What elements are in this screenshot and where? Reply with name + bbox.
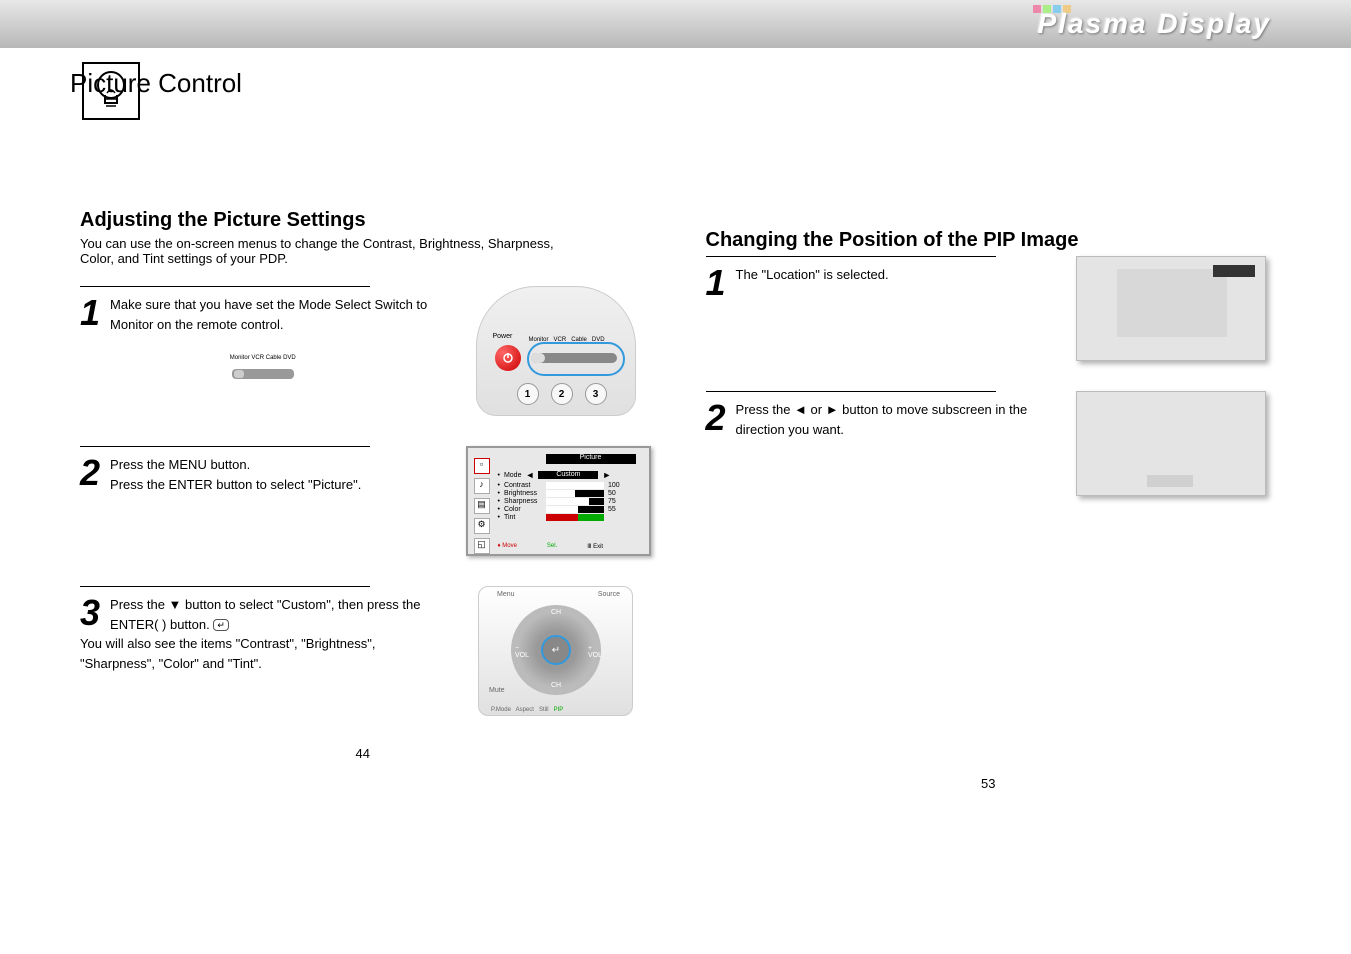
lightbulb-icon bbox=[82, 62, 140, 120]
num-3: 3 bbox=[585, 383, 607, 405]
r-step1-text: 1 The "Location" is selected. bbox=[706, 256, 1057, 361]
mode-slider-knob bbox=[531, 353, 545, 363]
step3-body-b: You will also see the items "Contrast", … bbox=[80, 636, 375, 671]
osd-icon-sound: ♪ bbox=[474, 478, 490, 494]
bottom-labels: P.Mode Aspect Still PIP bbox=[491, 707, 563, 713]
osd-mode-label: Mode bbox=[504, 472, 522, 479]
step2-body-b: Press the ENTER button to select "Pictur… bbox=[110, 477, 361, 492]
osd-icon-pip: ◱ bbox=[474, 538, 490, 554]
adjusting-subtitle: You can use the on-screen menus to chang… bbox=[80, 236, 646, 266]
main-picture-area bbox=[1117, 269, 1227, 337]
vol-plus: +VOL bbox=[588, 645, 602, 659]
header-bar: Plasma Display bbox=[0, 0, 1351, 48]
step1-text: 1 Make sure that you have set the Mode S… bbox=[80, 286, 446, 416]
number-buttons: 1 2 3 bbox=[517, 383, 607, 405]
ch-up: CH bbox=[551, 609, 561, 616]
tv-screen-step2 bbox=[1076, 391, 1266, 496]
mode-slider-track bbox=[531, 353, 617, 363]
source-label: Source bbox=[598, 591, 620, 598]
osd-icon-channel: ▤ bbox=[474, 498, 490, 514]
mini-mode-slider bbox=[232, 369, 294, 379]
power-label: Power bbox=[493, 333, 513, 340]
step1-number: 1 bbox=[80, 295, 100, 331]
menu-label: Menu bbox=[497, 591, 515, 598]
r-step1-body: The "Location" is selected. bbox=[736, 267, 889, 282]
osd-icon-setup: ⚙ bbox=[474, 518, 490, 534]
pip-subscreen-bottom bbox=[1147, 475, 1193, 487]
power-button bbox=[495, 345, 521, 371]
remote-nav-illustration: Menu Source ↵ CH CH −VOL +VOL Mute P.Mod… bbox=[478, 586, 633, 716]
r-step2-number: 2 bbox=[706, 400, 726, 436]
mini-slider-labels: Monitor VCR Cable DVD bbox=[80, 354, 446, 363]
r-step1-number: 1 bbox=[706, 265, 726, 301]
step1-body: Make sure that you have set the Mode Sel… bbox=[110, 297, 427, 332]
osd-mode-value: Custom bbox=[538, 471, 598, 479]
pip-subscreen-topright bbox=[1213, 265, 1255, 277]
num-2: 2 bbox=[551, 383, 573, 405]
step2-number: 2 bbox=[80, 455, 100, 491]
osd-picture-menu: ▫ ♪ ▤ ⚙ ◱ Picture • Mode ◄ Custom ► bbox=[466, 446, 651, 556]
r-step2-text: 2 Press the ◄ or ► button to move subscr… bbox=[706, 391, 1057, 496]
adjusting-heading: Adjusting the Picture Settings bbox=[80, 209, 646, 232]
osd-title: Picture bbox=[546, 454, 636, 464]
r-step2-body: Press the ◄ or ► button to move subscree… bbox=[736, 402, 1028, 437]
mute-label: Mute bbox=[489, 687, 505, 694]
step2-text: 2 Press the MENU button. Press the ENTER… bbox=[80, 446, 446, 556]
remote-top-illustration: Power Monitor VCR Cable DVD bbox=[476, 286, 636, 416]
num-1: 1 bbox=[517, 383, 539, 405]
page-title: Picture Control bbox=[70, 68, 1351, 99]
brand-logo: Plasma Display bbox=[1038, 8, 1271, 40]
vol-minus: −VOL bbox=[515, 645, 529, 659]
right-page-number: 53 bbox=[706, 776, 1272, 791]
osd-icon-picture: ▫ bbox=[474, 458, 490, 474]
left-page-number: 44 bbox=[80, 746, 646, 761]
step2-body-a: Press the MENU button. bbox=[110, 457, 250, 472]
step3-body-a: Press the ▼ button to select "Custom", t… bbox=[110, 597, 420, 632]
enter-icon bbox=[213, 619, 229, 631]
pip-heading: Changing the Position of the PIP Image bbox=[706, 229, 1272, 252]
enter-button: ↵ bbox=[541, 635, 571, 665]
step3-number: 3 bbox=[80, 595, 100, 631]
step3-text: 3 Press the ▼ button to select "Custom",… bbox=[80, 586, 446, 716]
tv-screen-step1 bbox=[1076, 256, 1266, 361]
ch-down: CH bbox=[551, 682, 561, 689]
